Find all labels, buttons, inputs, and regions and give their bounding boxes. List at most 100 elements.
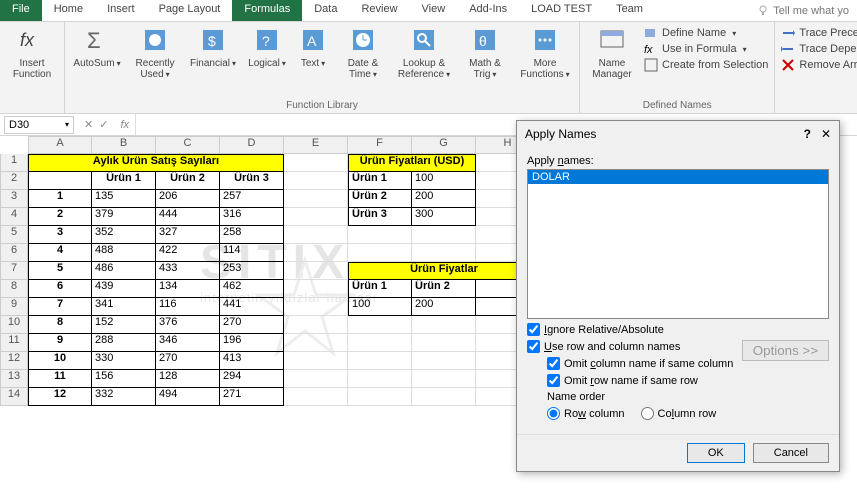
cancel-icon[interactable]: ✕ bbox=[84, 118, 93, 131]
cell[interactable]: 135 bbox=[92, 190, 156, 208]
cell[interactable]: 346 bbox=[156, 334, 220, 352]
cell[interactable] bbox=[412, 370, 476, 388]
name-box[interactable]: D30▾ bbox=[4, 116, 74, 134]
column-header[interactable]: C bbox=[156, 136, 220, 154]
cell[interactable]: 439 bbox=[92, 280, 156, 298]
use-rowcol-checkbox[interactable] bbox=[527, 340, 540, 353]
ok-button[interactable]: OK bbox=[687, 443, 745, 463]
cell[interactable]: 196 bbox=[220, 334, 284, 352]
create-from-selection-button[interactable]: Create from Selection bbox=[644, 58, 768, 72]
name-manager-button[interactable]: Name Manager bbox=[586, 24, 638, 80]
cell[interactable]: 327 bbox=[156, 226, 220, 244]
cell[interactable] bbox=[412, 334, 476, 352]
column-header[interactable]: F bbox=[348, 136, 412, 154]
help-button[interactable]: ? bbox=[804, 127, 811, 141]
cell[interactable]: 270 bbox=[220, 316, 284, 334]
cell[interactable]: 128 bbox=[156, 370, 220, 388]
cell[interactable]: 134 bbox=[156, 280, 220, 298]
cell[interactable]: 4 bbox=[28, 244, 92, 262]
cell[interactable]: 422 bbox=[156, 244, 220, 262]
cell[interactable]: Aylık Ürün Satış Sayıları bbox=[28, 154, 284, 172]
cell[interactable]: 257 bbox=[220, 190, 284, 208]
cell[interactable] bbox=[412, 316, 476, 334]
define-name-button[interactable]: Define Name▾ bbox=[644, 26, 768, 40]
cell[interactable] bbox=[284, 172, 348, 190]
row-header[interactable]: 12 bbox=[0, 352, 28, 370]
column-header[interactable]: A bbox=[28, 136, 92, 154]
cell[interactable]: 200 bbox=[412, 190, 476, 208]
cell[interactable]: 330 bbox=[92, 352, 156, 370]
cell[interactable]: Ürün 2 bbox=[348, 190, 412, 208]
row-header[interactable]: 13 bbox=[0, 370, 28, 388]
cell[interactable]: 3 bbox=[28, 226, 92, 244]
tab-loadtest[interactable]: LOAD TEST bbox=[519, 0, 604, 21]
recently-used-button[interactable]: Recently Used▾ bbox=[129, 24, 181, 80]
tab-view[interactable]: View bbox=[410, 0, 458, 21]
cell[interactable]: Ürün 2 bbox=[412, 280, 476, 298]
cell[interactable]: 294 bbox=[220, 370, 284, 388]
cell[interactable]: 100 bbox=[348, 298, 412, 316]
cell[interactable]: 488 bbox=[92, 244, 156, 262]
tab-data[interactable]: Data bbox=[302, 0, 349, 21]
cell[interactable]: Ürün 1 bbox=[92, 172, 156, 190]
cell[interactable] bbox=[348, 388, 412, 406]
autosum-button[interactable]: ΣAutoSum▾ bbox=[71, 24, 123, 69]
row-header[interactable]: 8 bbox=[0, 280, 28, 298]
use-in-formula-button[interactable]: fxUse in Formula▾ bbox=[644, 42, 768, 56]
cell[interactable]: Ürün 3 bbox=[220, 172, 284, 190]
tab-home[interactable]: Home bbox=[42, 0, 95, 21]
cell[interactable] bbox=[412, 388, 476, 406]
row-header[interactable]: 11 bbox=[0, 334, 28, 352]
tab-file[interactable]: File bbox=[0, 0, 42, 21]
row-header[interactable]: 3 bbox=[0, 190, 28, 208]
cell[interactable] bbox=[284, 388, 348, 406]
cell[interactable] bbox=[284, 352, 348, 370]
column-header[interactable]: D bbox=[220, 136, 284, 154]
lookup-button[interactable]: Lookup & Reference▾ bbox=[395, 24, 453, 80]
fx-button[interactable]: fx bbox=[114, 119, 135, 131]
cell[interactable]: 379 bbox=[92, 208, 156, 226]
column-header[interactable]: E bbox=[284, 136, 348, 154]
cell[interactable]: Ürün Fiyatları (USD) bbox=[348, 154, 476, 172]
text-button[interactable]: AText▾ bbox=[295, 24, 331, 69]
cell[interactable]: 462 bbox=[220, 280, 284, 298]
cell[interactable]: Ürün 2 bbox=[156, 172, 220, 190]
insert-function-button[interactable]: fx Insert Function bbox=[6, 24, 58, 80]
enter-icon[interactable]: ✓ bbox=[99, 118, 108, 131]
cell[interactable] bbox=[412, 352, 476, 370]
cell[interactable]: 206 bbox=[156, 190, 220, 208]
cell[interactable]: 486 bbox=[92, 262, 156, 280]
tab-review[interactable]: Review bbox=[349, 0, 409, 21]
cell[interactable] bbox=[28, 172, 92, 190]
cell[interactable]: 494 bbox=[156, 388, 220, 406]
cell[interactable]: 7 bbox=[28, 298, 92, 316]
row-header[interactable]: 1 bbox=[0, 154, 28, 172]
cell[interactable]: 116 bbox=[156, 298, 220, 316]
cell[interactable]: 258 bbox=[220, 226, 284, 244]
trace-precedents-button[interactable]: Trace Precedents bbox=[781, 26, 857, 40]
cell[interactable]: 300 bbox=[412, 208, 476, 226]
cell[interactable] bbox=[284, 334, 348, 352]
cell[interactable]: 413 bbox=[220, 352, 284, 370]
cell[interactable]: Ürün 1 bbox=[348, 280, 412, 298]
cell[interactable]: Ürün 3 bbox=[348, 208, 412, 226]
tab-team[interactable]: Team bbox=[604, 0, 655, 21]
cell[interactable]: 8 bbox=[28, 316, 92, 334]
cell[interactable] bbox=[284, 370, 348, 388]
column-row-radio[interactable] bbox=[641, 407, 654, 420]
list-item[interactable]: DOLAR bbox=[528, 170, 828, 184]
tab-pagelayout[interactable]: Page Layout bbox=[147, 0, 233, 21]
cell[interactable]: 152 bbox=[92, 316, 156, 334]
cell[interactable] bbox=[284, 262, 348, 280]
cell[interactable] bbox=[348, 244, 412, 262]
math-button[interactable]: θMath & Trig▾ bbox=[459, 24, 511, 80]
row-header[interactable]: 2 bbox=[0, 172, 28, 190]
cell[interactable] bbox=[284, 280, 348, 298]
cell[interactable]: 288 bbox=[92, 334, 156, 352]
cell[interactable]: 444 bbox=[156, 208, 220, 226]
column-header[interactable]: B bbox=[92, 136, 156, 154]
cell[interactable] bbox=[284, 154, 348, 172]
tab-insert[interactable]: Insert bbox=[95, 0, 147, 21]
cell[interactable]: 156 bbox=[92, 370, 156, 388]
tab-formulas[interactable]: Formulas bbox=[232, 0, 302, 21]
